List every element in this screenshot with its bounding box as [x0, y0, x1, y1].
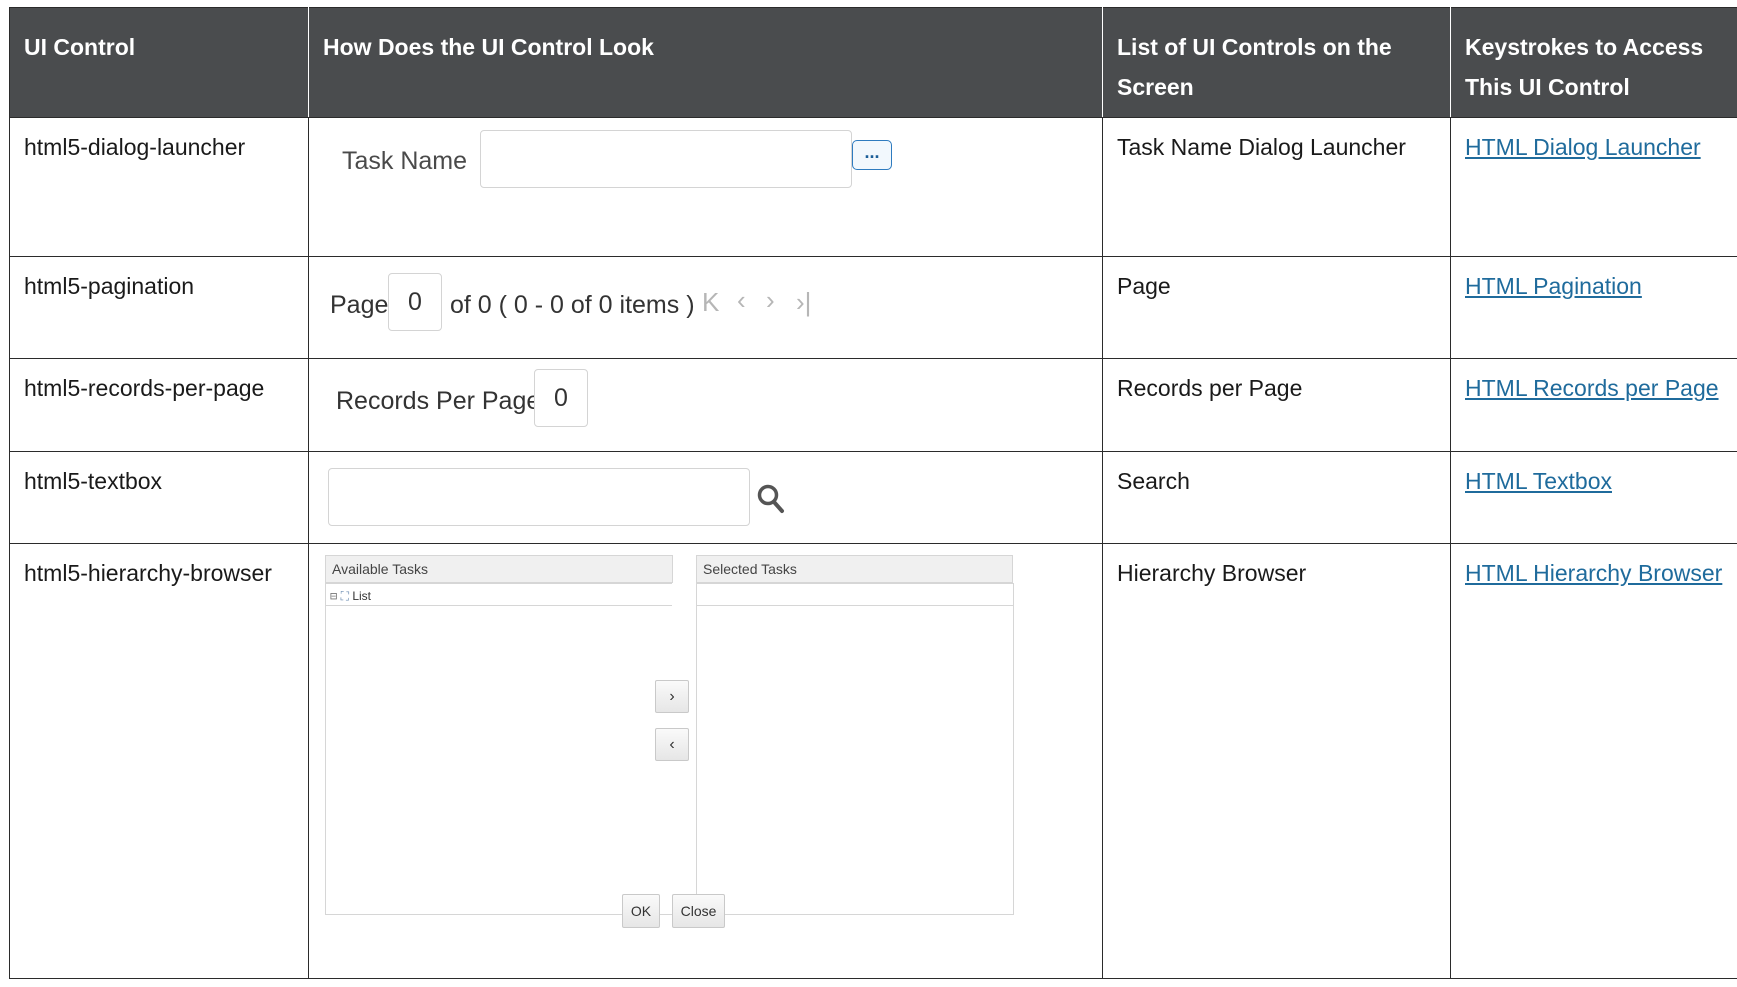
table-row: html5-pagination Page 0 of 0 ( 0 - 0 of … [9, 256, 1737, 359]
keystroke-link[interactable]: HTML Records per Page [1465, 375, 1719, 401]
ok-button[interactable]: OK [622, 894, 660, 928]
task-name-input[interactable] [480, 130, 852, 188]
available-tasks-header: Available Tasks [325, 555, 673, 583]
available-tasks-panel: ⊟ ⛶ List [325, 583, 672, 915]
table-row: html5-dialog-launcher Task Name ... Task… [9, 117, 1737, 257]
next-page-icon[interactable]: › [766, 285, 775, 316]
records-per-page-label: Records Per Page [336, 387, 541, 415]
move-right-button[interactable]: › [655, 680, 689, 713]
selected-tasks-panel [696, 583, 1014, 915]
close-button[interactable]: Close [672, 894, 725, 928]
keystroke-link[interactable]: HTML Hierarchy Browser [1465, 560, 1722, 586]
dialog-launcher-button[interactable]: ... [852, 140, 892, 170]
keystroke-link[interactable]: HTML Textbox [1465, 468, 1612, 494]
collapse-icon[interactable]: ⊟ [330, 589, 337, 603]
header-look: How Does the UI Control Look [308, 7, 1103, 118]
last-page-icon[interactable]: ›| [796, 287, 811, 318]
keystroke-link[interactable]: HTML Pagination [1465, 273, 1642, 299]
screen-control: Task Name Dialog Launcher [1102, 117, 1451, 257]
keystroke-cell: HTML Records per Page [1450, 358, 1737, 452]
task-name-label: Task Name [342, 147, 468, 175]
control-preview [308, 451, 1103, 544]
table-row: html5-records-per-page Records Per Page … [9, 358, 1737, 452]
tree-item[interactable]: ⊟ ⛶ List [330, 586, 371, 606]
header-ui-control: UI Control [9, 7, 309, 118]
ui-controls-table: UI Control How Does the UI Control Look … [9, 7, 1737, 979]
page-number-input[interactable]: 0 [388, 273, 442, 331]
header-screen-controls: List of UI Controls on the Screen [1102, 7, 1451, 118]
control-name: html5-hierarchy-browser [9, 543, 309, 979]
control-name: html5-dialog-launcher [9, 117, 309, 257]
screen-control: Page [1102, 256, 1451, 359]
keystroke-cell: HTML Pagination [1450, 256, 1737, 359]
control-preview: Records Per Page 0 [308, 358, 1103, 452]
table-row: html5-textbox Search HTML Textbox [9, 451, 1737, 544]
records-per-page-input[interactable]: 0 [534, 369, 588, 427]
screen-control: Search [1102, 451, 1451, 544]
selected-tasks-header: Selected Tasks [696, 555, 1013, 583]
page-label: Page [330, 291, 389, 319]
search-textbox[interactable] [328, 468, 750, 526]
search-icon[interactable] [756, 483, 786, 515]
control-name: html5-textbox [9, 451, 309, 544]
control-name: html5-pagination [9, 256, 309, 359]
control-preview: Task Name ... [308, 117, 1103, 257]
control-preview: Available Tasks ⊟ ⛶ List › ‹ Selected Ta… [308, 543, 1103, 979]
keystroke-cell: HTML Dialog Launcher [1450, 117, 1737, 257]
screen-control: Records per Page [1102, 358, 1451, 452]
first-page-icon[interactable]: K [702, 287, 719, 318]
header-row: UI Control How Does the UI Control Look … [9, 7, 1737, 118]
keystroke-link[interactable]: HTML Dialog Launcher [1465, 134, 1701, 160]
hierarchy-node-icon: ⛶ [340, 589, 349, 603]
prev-page-icon[interactable]: ‹ [737, 285, 746, 316]
keystroke-cell: HTML Textbox [1450, 451, 1737, 544]
control-preview: Page 0 of 0 ( 0 - 0 of 0 items ) K ‹ › ›… [308, 256, 1103, 359]
keystroke-cell: HTML Hierarchy Browser [1450, 543, 1737, 979]
move-left-button[interactable]: ‹ [655, 728, 689, 761]
page-summary: of 0 ( 0 - 0 of 0 items ) [450, 291, 695, 319]
control-name: html5-records-per-page [9, 358, 309, 452]
table-row: html5-hierarchy-browser Available Tasks … [9, 543, 1737, 979]
screen-control: Hierarchy Browser [1102, 543, 1451, 979]
header-keystrokes: Keystrokes to Access This UI Control [1450, 7, 1737, 118]
